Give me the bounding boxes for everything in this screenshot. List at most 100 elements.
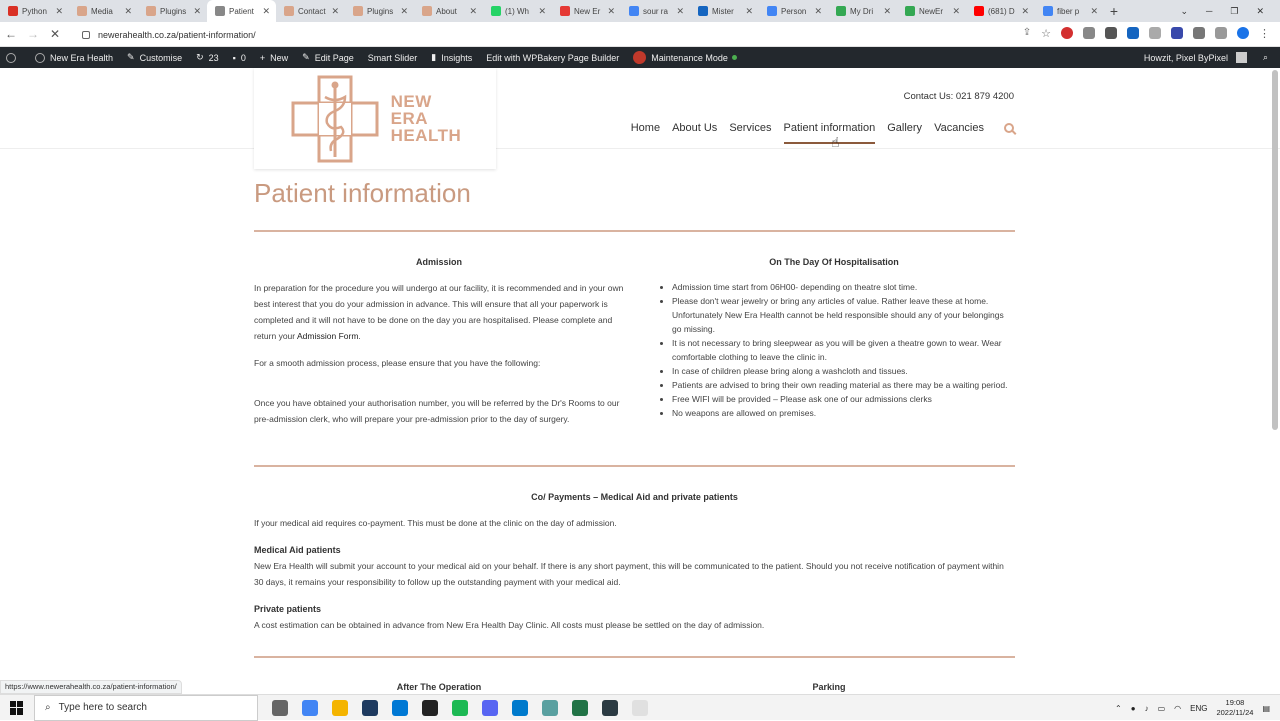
tab-close-icon[interactable]: ✕ xyxy=(469,6,477,17)
nav-about-us[interactable]: About Us xyxy=(672,122,717,134)
taskbar-app-icon[interactable] xyxy=(302,700,318,716)
notifications-icon[interactable]: ▤ xyxy=(1262,704,1270,713)
browser-tab[interactable]: fiber p✕ xyxy=(1035,0,1104,22)
close-window-icon[interactable]: ✕ xyxy=(1256,6,1264,17)
extension-icon[interactable] xyxy=(1127,27,1139,39)
wifi-icon[interactable]: ◠ xyxy=(1174,704,1181,713)
microphone-icon[interactable]: ● xyxy=(1131,704,1136,713)
forward-icon[interactable]: → xyxy=(22,27,44,41)
site-logo[interactable]: NEW ERA HEALTH xyxy=(254,68,496,169)
adminbar-insights[interactable]: ▮Insights xyxy=(431,52,472,63)
adminbar-greeting[interactable]: Howzit, Pixel ByPixel xyxy=(1144,53,1228,63)
adminbar-smart-slider[interactable]: Smart Slider xyxy=(368,53,418,63)
tab-close-icon[interactable]: ✕ xyxy=(607,6,615,17)
browser-tab[interactable]: About✕ xyxy=(414,0,483,22)
browser-tab[interactable]: (681) D✕ xyxy=(966,0,1035,22)
tab-close-icon[interactable]: ✕ xyxy=(262,6,270,17)
taskbar-search[interactable]: ⌕ Type here to search xyxy=(34,695,258,721)
adminbar-comments[interactable]: ▪0 xyxy=(233,53,246,63)
tab-close-icon[interactable]: ✕ xyxy=(745,6,753,17)
tab-close-icon[interactable]: ✕ xyxy=(676,6,684,17)
new-tab-button[interactable]: + xyxy=(1104,0,1124,22)
taskbar-app-icon[interactable] xyxy=(542,700,558,716)
site-search-icon[interactable] xyxy=(1004,123,1014,133)
tab-close-icon[interactable]: ✕ xyxy=(1090,6,1098,17)
browser-tab[interactable]: Plugins✕ xyxy=(345,0,414,22)
tab-close-icon[interactable]: ✕ xyxy=(400,6,408,17)
stop-icon[interactable]: ✕ xyxy=(44,27,66,41)
tab-close-icon[interactable]: ✕ xyxy=(193,6,201,17)
tab-close-icon[interactable]: ✕ xyxy=(883,6,891,17)
nav-home[interactable]: Home xyxy=(631,122,660,134)
browser-tab[interactable]: Contact✕ xyxy=(276,0,345,22)
browser-tab[interactable]: Mister✕ xyxy=(690,0,759,22)
extension-icon[interactable] xyxy=(1083,27,1095,39)
tab-close-icon[interactable]: ✕ xyxy=(124,6,132,17)
extensions-puzzle-icon[interactable] xyxy=(1193,27,1205,39)
taskbar-app-icon[interactable] xyxy=(602,700,618,716)
volume-icon[interactable]: ♪ xyxy=(1145,704,1149,713)
taskbar-app-icon[interactable] xyxy=(482,700,498,716)
taskbar-app-icon[interactable] xyxy=(452,700,468,716)
browser-tab[interactable]: Patient✕ xyxy=(207,0,276,22)
browser-tab[interactable]: (1) Wh✕ xyxy=(483,0,552,22)
network-icon[interactable]: ▭ xyxy=(1158,704,1166,713)
avatar[interactable] xyxy=(1236,52,1247,63)
adminbar-new[interactable]: +New xyxy=(260,53,288,63)
adminbar-edit-page[interactable]: ✎Edit Page xyxy=(302,52,354,63)
opera-extension-icon[interactable] xyxy=(1061,27,1073,39)
browser-tab[interactable]: Python✕ xyxy=(0,0,69,22)
taskbar-app-icon[interactable] xyxy=(572,700,588,716)
minimize-icon[interactable]: ─ xyxy=(1206,6,1212,16)
clock[interactable]: 19:08 2022/11/24 xyxy=(1216,698,1253,718)
nav-gallery[interactable]: Gallery xyxy=(887,122,922,134)
font-extension-icon[interactable] xyxy=(1105,27,1117,39)
browser-tab[interactable]: Media✕ xyxy=(69,0,138,22)
nav-vacancies[interactable]: Vacancies xyxy=(934,122,984,134)
taskbar-app-icon[interactable] xyxy=(332,700,348,716)
adminbar-wpbakery[interactable]: Edit with WPBakery Page Builder xyxy=(486,53,619,63)
sidepanel-icon[interactable] xyxy=(1215,27,1227,39)
windows-start-icon[interactable] xyxy=(10,701,24,715)
tab-close-icon[interactable]: ✕ xyxy=(331,6,339,17)
profile-icon[interactable] xyxy=(1237,27,1249,39)
back-icon[interactable]: ← xyxy=(0,27,22,41)
page-scrollbar[interactable] xyxy=(1272,70,1278,430)
bookmark-star-icon[interactable]: ☆ xyxy=(1041,27,1051,40)
taskbar-app-icon[interactable] xyxy=(512,700,528,716)
adminbar-maintenance-mode[interactable]: Maintenance Mode xyxy=(633,51,737,64)
adminbar-customise[interactable]: ✎Customise xyxy=(127,52,182,63)
browser-tab[interactable]: Person✕ xyxy=(759,0,828,22)
menu-icon[interactable]: ⋮ xyxy=(1259,27,1270,40)
nav-patient-information[interactable]: Patient information xyxy=(784,122,876,134)
taskbar-app-icon[interactable] xyxy=(422,700,438,716)
admission-form-link[interactable]: Admission Form xyxy=(297,331,358,341)
tab-close-icon[interactable]: ✕ xyxy=(55,6,63,17)
share-icon[interactable]: ⇪ xyxy=(1023,27,1031,40)
tab-close-icon[interactable]: ✕ xyxy=(538,6,546,17)
language-indicator[interactable]: ENG xyxy=(1190,704,1207,713)
browser-tab[interactable]: sour ra✕ xyxy=(621,0,690,22)
browser-tab[interactable]: New Er✕ xyxy=(552,0,621,22)
tray-chevron-icon[interactable]: ⌃ xyxy=(1115,704,1122,713)
browser-tab[interactable]: Plugins✕ xyxy=(138,0,207,22)
extension-icon[interactable] xyxy=(1171,27,1183,39)
extension-icon[interactable] xyxy=(1149,27,1161,39)
url-field[interactable]: newerahealth.co.za/patient-information/ xyxy=(76,25,1036,44)
browser-tab[interactable]: NewEr✕ xyxy=(897,0,966,22)
restore-icon[interactable]: ❐ xyxy=(1230,6,1238,17)
taskbar-app-icon[interactable] xyxy=(632,700,648,716)
tab-close-icon[interactable]: ✕ xyxy=(814,6,822,17)
adminbar-site-name[interactable]: New Era Health xyxy=(35,53,113,63)
search-icon[interactable]: ⌕ xyxy=(1263,52,1268,63)
wordpress-icon[interactable] xyxy=(6,53,21,63)
adminbar-updates[interactable]: ↻23 xyxy=(196,52,219,63)
taskbar-app-icon[interactable] xyxy=(392,700,408,716)
taskbar-app-icon[interactable] xyxy=(362,700,378,716)
tab-search-icon[interactable]: ⌄ xyxy=(1180,6,1188,17)
nav-services[interactable]: Services xyxy=(729,122,771,134)
tab-close-icon[interactable]: ✕ xyxy=(1021,6,1029,17)
browser-tab[interactable]: My Dri✕ xyxy=(828,0,897,22)
taskbar-app-icon[interactable] xyxy=(272,700,288,716)
tab-close-icon[interactable]: ✕ xyxy=(952,6,960,17)
